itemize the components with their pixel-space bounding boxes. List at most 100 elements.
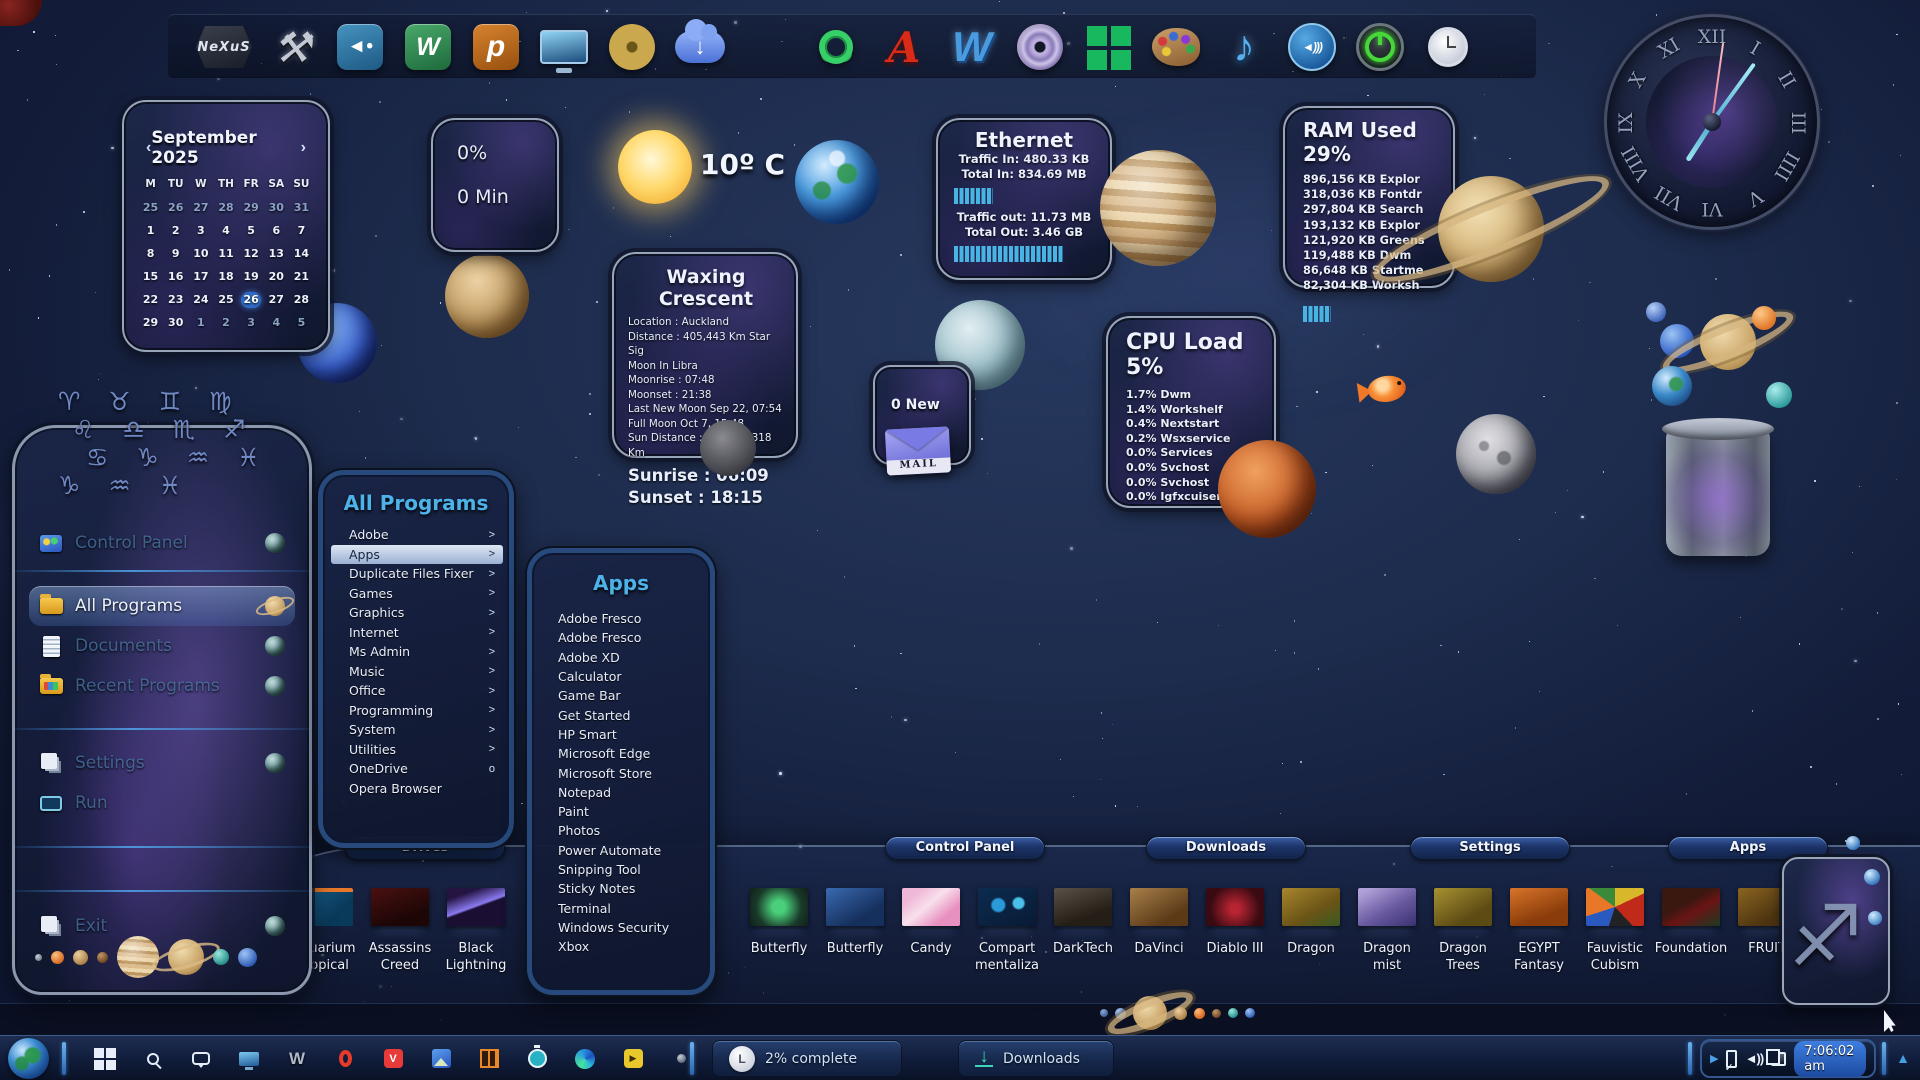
tray-expand-icon[interactable]: ▶	[1710, 1052, 1718, 1065]
dock-tab[interactable]: Control Panel	[885, 836, 1045, 860]
speaker-icon[interactable]: ◄))	[1745, 1051, 1764, 1066]
palette-icon[interactable]	[1148, 17, 1204, 77]
calendar-day[interactable]: 19	[241, 269, 261, 285]
calendar-day[interactable]: 24	[191, 292, 211, 308]
dock-tab[interactable]: Downloads	[1146, 836, 1306, 860]
menu-item[interactable]: Adobe Fresco	[532, 609, 710, 628]
calendar-day[interactable]: 26	[166, 200, 186, 216]
cubase-icon[interactable]: ◄•	[332, 17, 388, 77]
calendar-day[interactable]: 22	[141, 292, 161, 308]
chat-icon[interactable]	[188, 1046, 214, 1072]
vivaldi-icon[interactable]: V	[380, 1046, 406, 1072]
opera-icon[interactable]	[332, 1046, 358, 1072]
sidebar-item-documents[interactable]: Documents	[29, 626, 295, 666]
progress-task-button[interactable]: L 2% complete	[712, 1040, 902, 1077]
sidebar-item-recent-programs[interactable]: Recent Programs	[29, 666, 295, 706]
sidebar-item-control-panel[interactable]: Control Panel	[29, 523, 295, 563]
calendar-day[interactable]: 6	[266, 223, 286, 239]
dvd-icon[interactable]	[1012, 17, 1068, 77]
grid-app-icon[interactable]	[476, 1046, 502, 1072]
menu-item[interactable]: Adobe >	[323, 525, 509, 545]
wallpaper-item[interactable]: Butterfly	[741, 888, 817, 974]
alarm-clock-icon[interactable]	[1420, 17, 1476, 77]
calendar-day[interactable]: 10	[191, 246, 211, 262]
word-icon[interactable]: W	[944, 17, 1000, 77]
photos-app-icon[interactable]	[428, 1046, 454, 1072]
calendar-day[interactable]: 14	[291, 246, 311, 262]
wallpaper-item[interactable]: Dragon Trees	[1425, 888, 1501, 974]
wallpaper-item[interactable]: Dragon mist	[1349, 888, 1425, 974]
calendar-day[interactable]: 2	[166, 223, 186, 239]
calendar-day[interactable]: 5	[241, 223, 261, 239]
dock-tab[interactable]: Settings	[1410, 836, 1570, 860]
wallpaper-item[interactable]: Butterfly	[817, 888, 893, 974]
acrobat-icon[interactable]: A	[876, 17, 932, 77]
mail-icon[interactable]: MAIL	[885, 426, 951, 475]
calendar-day[interactable]: 3	[191, 223, 211, 239]
wallpaper-item[interactable]: Compart mentaliza	[969, 888, 1045, 974]
music-note-icon[interactable]: ♪	[1216, 17, 1272, 77]
display-icon[interactable]	[536, 17, 592, 77]
sidebar-item-settings[interactable]: Settings	[29, 743, 295, 783]
sidebar-item-run[interactable]: Run	[29, 783, 295, 823]
calendar-day[interactable]: 25	[216, 292, 236, 308]
calendar-day[interactable]: 12	[241, 246, 261, 262]
timer-app-icon[interactable]	[524, 1046, 550, 1072]
downloads-task-button[interactable]: ↓ Downloads	[958, 1040, 1114, 1077]
menu-item[interactable]: Photos	[532, 821, 710, 840]
recycle-bin[interactable]	[1666, 428, 1770, 556]
w-app-icon[interactable]: W	[284, 1046, 310, 1072]
calendar-day[interactable]: 29	[141, 315, 161, 331]
menu-item[interactable]: Calculator	[532, 667, 710, 686]
nexus-icon[interactable]: NeXuS	[196, 17, 252, 77]
wallpaper-item[interactable]: DarkTech	[1045, 888, 1121, 974]
analog-clock-widget[interactable]: XIIIIIIIIIIIIVVIVIIVIIIIXXXI	[1604, 14, 1820, 230]
sidebar-item-all-programs[interactable]: All Programs	[29, 586, 295, 626]
calendar-day[interactable]: 1	[141, 223, 161, 239]
volume-icon[interactable]: ◄)))	[1284, 17, 1340, 77]
media-player-icon[interactable]: ▶	[620, 1046, 646, 1072]
menu-item[interactable]: Adobe XD	[532, 648, 710, 667]
calendar-day[interactable]: 4	[216, 223, 236, 239]
menu-item[interactable]: Opera Browser	[323, 779, 509, 799]
wallpaper-item[interactable]: DaVinci	[1121, 888, 1197, 974]
calendar-day[interactable]: 3	[241, 315, 261, 331]
wallpaper-item[interactable]: Candy	[893, 888, 969, 974]
usb-device-icon[interactable]	[1726, 1050, 1736, 1068]
edge-icon[interactable]	[572, 1046, 598, 1072]
wallpaper-item[interactable]: EGYPT Fantasy	[1501, 888, 1577, 974]
calendar-day[interactable]: 2	[216, 315, 236, 331]
cables-icon[interactable]	[808, 17, 864, 77]
wondershare-icon[interactable]: W	[400, 17, 456, 77]
menu-item[interactable]: Duplicate Files Fixer >	[323, 564, 509, 584]
calendar-day[interactable]: 29	[241, 200, 261, 216]
calendar-next-button[interactable]: ›	[301, 139, 306, 157]
tray-clock[interactable]: 7:06:02 am	[1794, 1041, 1866, 1077]
calendar-day[interactable]: 28	[216, 200, 236, 216]
calendar-day[interactable]: 28	[291, 292, 311, 308]
calendar-day[interactable]: 11	[216, 246, 236, 262]
menu-item[interactable]: Terminal	[532, 898, 710, 917]
winrar-icon[interactable]: ⚒	[264, 17, 320, 77]
calendar-day[interactable]: 1	[191, 315, 211, 331]
calendar-day[interactable]: 8	[141, 246, 161, 262]
calendar-day[interactable]: 9	[166, 246, 186, 262]
menu-item[interactable]: Sticky Notes	[532, 879, 710, 898]
calendar-day[interactable]: 5	[291, 315, 311, 331]
tray-up-arrow[interactable]: ▲	[1896, 1050, 1910, 1066]
power-icon[interactable]	[1352, 17, 1408, 77]
calendar-day[interactable]: 27	[266, 292, 286, 308]
calendar-day[interactable]: 30	[266, 200, 286, 216]
menu-item[interactable]: Microsoft Store	[532, 763, 710, 782]
menu-item[interactable]: Programming >	[323, 701, 509, 721]
menu-item[interactable]: Graphics >	[323, 603, 509, 623]
wallpaper-item[interactable]: Foundation	[1653, 888, 1729, 974]
calendar-day[interactable]: 30	[166, 315, 186, 331]
calendar-day[interactable]: 23	[166, 292, 186, 308]
recycle-widget[interactable]: 0% 0 Min	[431, 118, 559, 252]
menu-item[interactable]: HP Smart	[532, 725, 710, 744]
menu-item[interactable]: Paint	[532, 802, 710, 821]
moon-phase-widget[interactable]: Waxing Crescent Location : Auckland Dist…	[612, 252, 798, 458]
menu-item[interactable]: Get Started	[532, 705, 710, 724]
wallpaper-item[interactable]: Assassins Creed	[362, 888, 438, 974]
